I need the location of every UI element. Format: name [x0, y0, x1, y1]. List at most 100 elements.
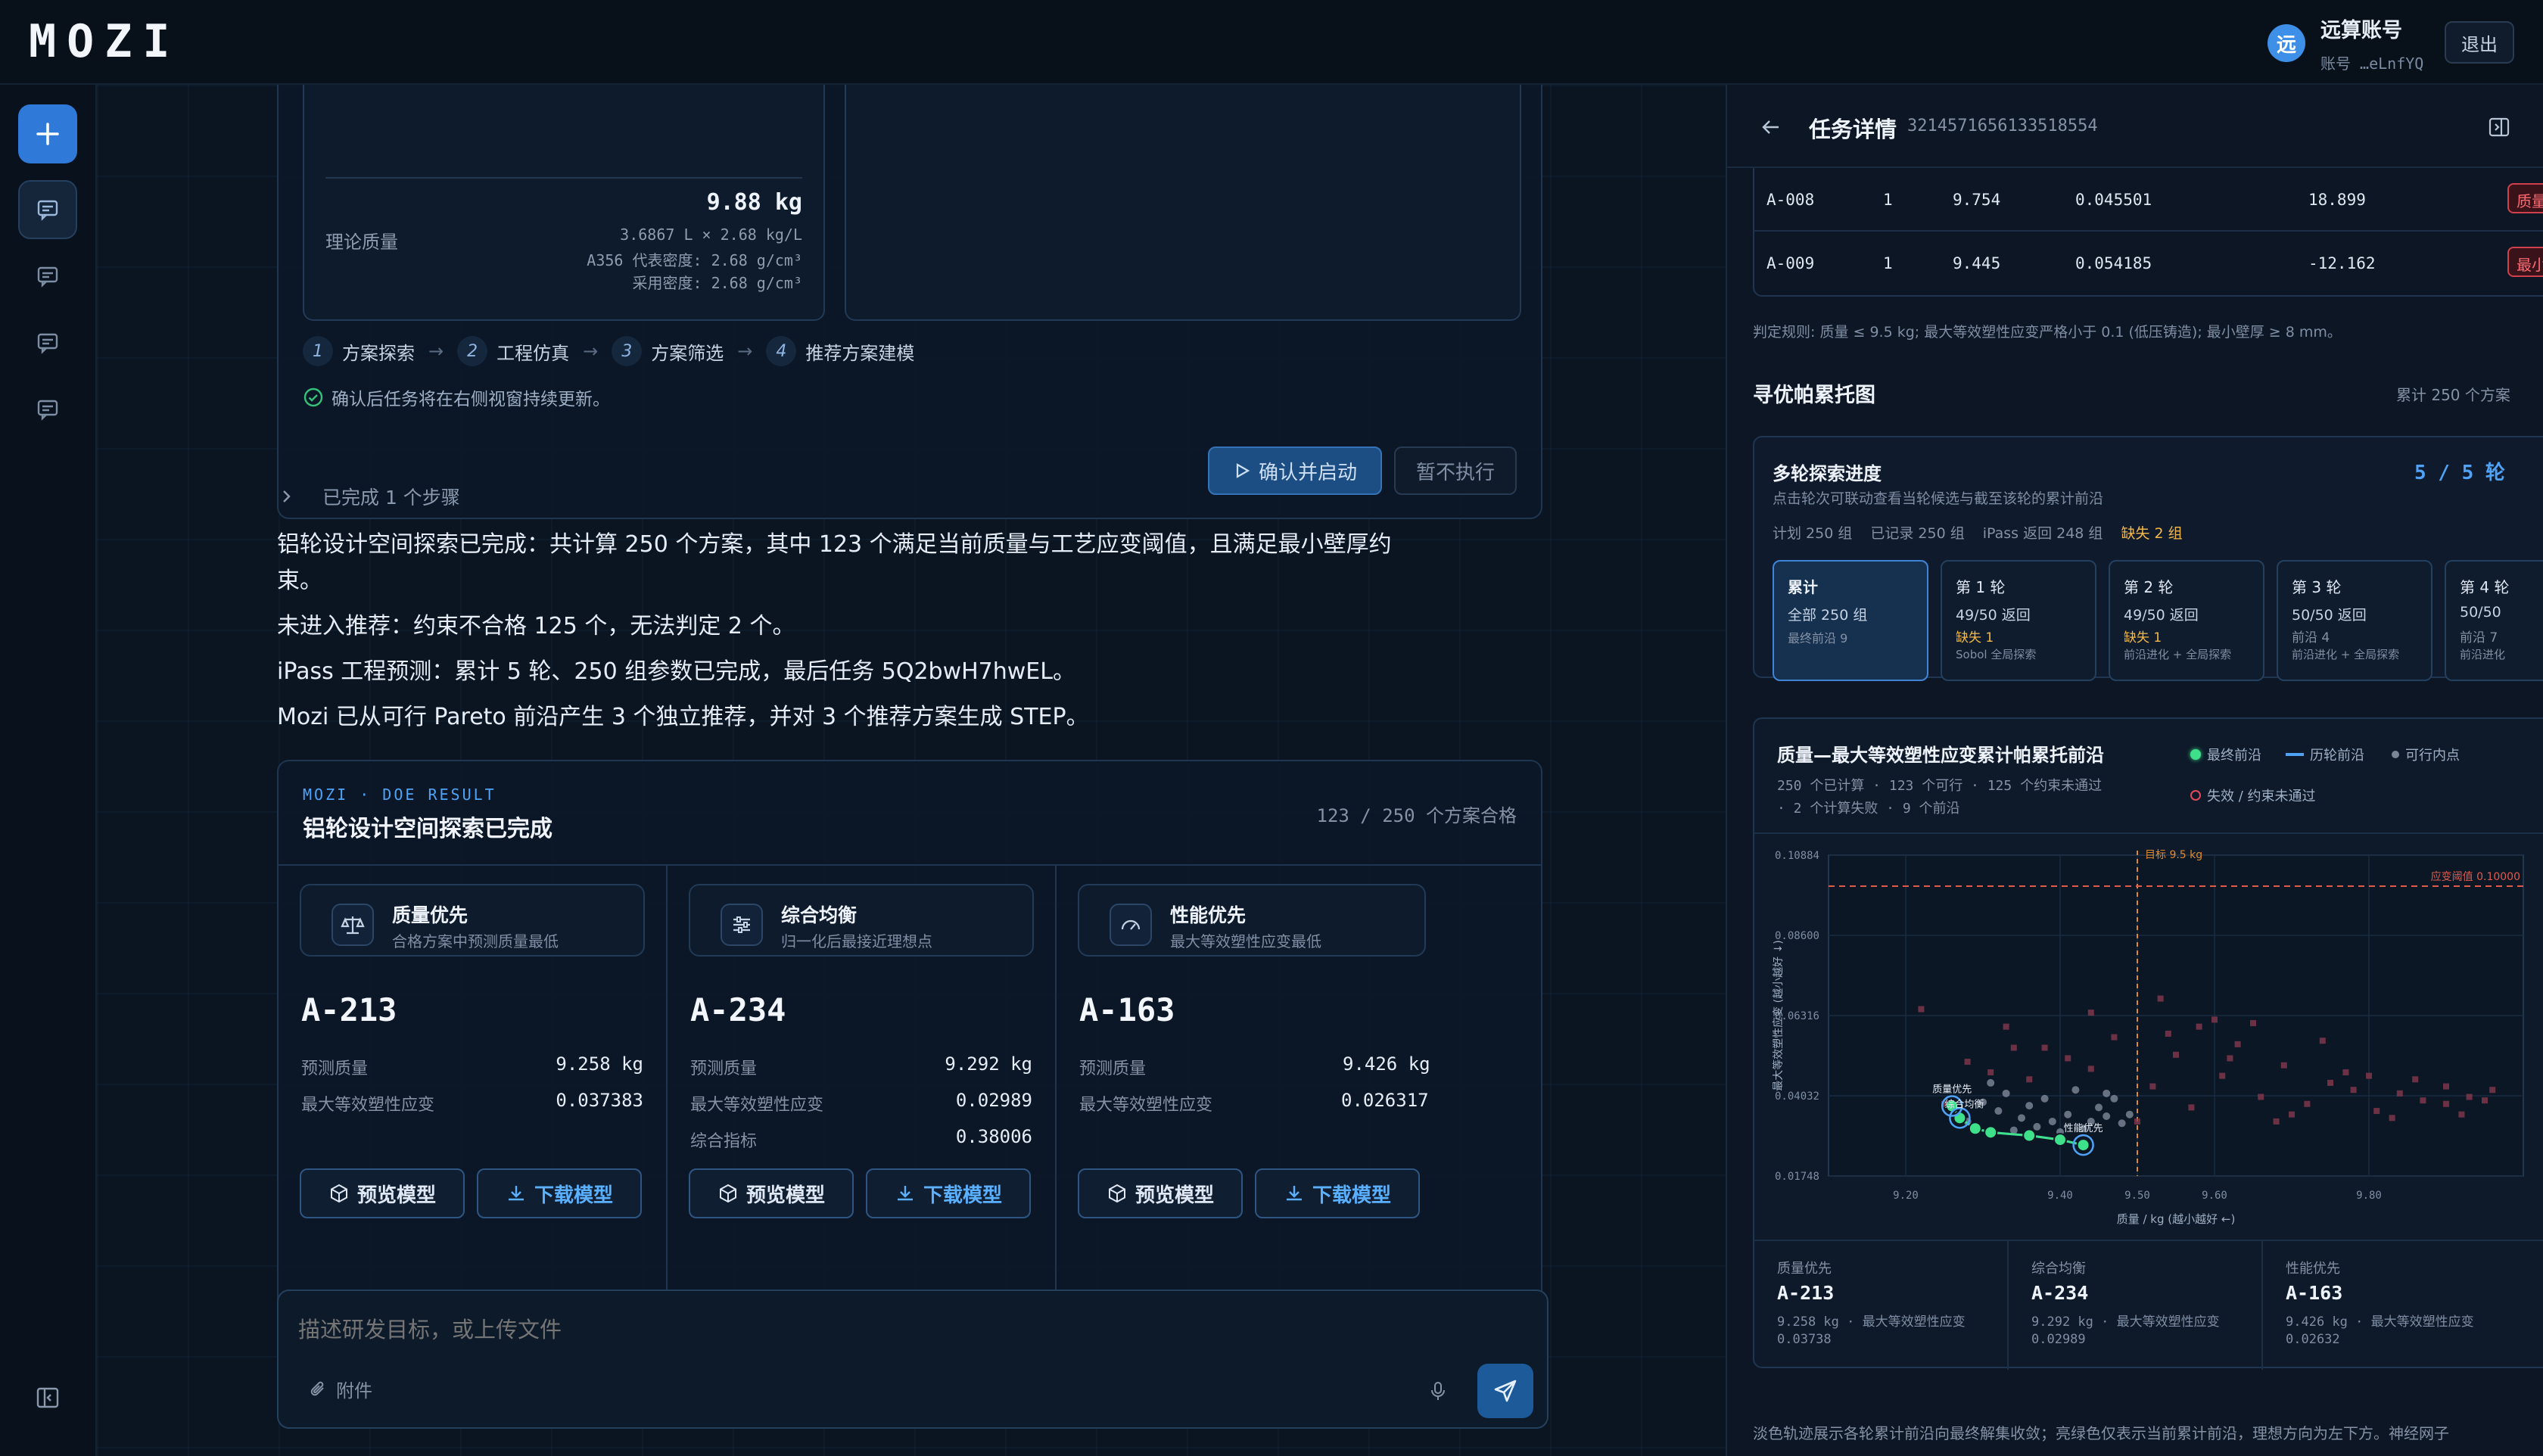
chat-icon — [37, 400, 58, 421]
table-cell: 9.754 — [1953, 191, 2001, 209]
round-tab-2[interactable]: 第 2 轮 49/50 返回 缺失 1 前沿进化 + 全局探索 — [2109, 560, 2264, 681]
stat-item: iPass 返回 248 组 — [1982, 525, 2103, 542]
rec-summary-id: A-213 — [1777, 1282, 1835, 1304]
chat-history-item-1[interactable] — [18, 180, 77, 239]
avatar[interactable]: 远 — [2268, 24, 2305, 62]
completed-steps-toggle[interactable]: 已完成 1 个步骤 — [277, 483, 460, 510]
download-model-button[interactable]: 下载模型 — [477, 1168, 642, 1218]
confirm-start-button[interactable]: 确认并启动 — [1208, 446, 1382, 495]
chat-area: 9.88 kg 理论质量 3.6867 L × 2.68 kg/L A356 代… — [97, 85, 1726, 1456]
legend-label: 历轮前沿 — [2310, 748, 2364, 764]
back-button[interactable] — [1754, 110, 1788, 144]
failed-point — [2165, 1030, 2171, 1037]
attach-button[interactable]: 附件 — [309, 1376, 372, 1402]
preview-model-button[interactable]: 预览模型 — [300, 1168, 465, 1218]
round-sub: 最终前沿 9 — [1788, 631, 1848, 646]
round-missing: 前沿 4 — [2292, 630, 2330, 646]
chat-icon — [37, 333, 58, 354]
rec-summary-line: 9.426 kg · 最大等效塑性应变 — [2286, 1314, 2474, 1330]
rec-row-value: 0.026317 — [1341, 1090, 1429, 1111]
feasible-point — [2125, 1110, 2134, 1118]
chat-history-item-4[interactable] — [18, 380, 77, 439]
new-chat-button[interactable] — [18, 104, 77, 163]
mic-button[interactable] — [1423, 1376, 1453, 1406]
front-point — [2053, 1133, 2067, 1147]
feasible-point — [2103, 1112, 2111, 1121]
failed-point — [2342, 1069, 2349, 1075]
step-label: 工程仿真 — [496, 342, 570, 364]
pareto-chart[interactable]: 0.108840.086000.063160.040320.017489.20 9… — [1754, 834, 2543, 1250]
preview-model-button[interactable]: 预览模型 — [1078, 1168, 1243, 1218]
front-point — [2076, 1138, 2090, 1153]
table-cell: A-008 — [1766, 191, 1815, 209]
doe-eyebrow: MOZI · DOE RESULT — [303, 786, 496, 804]
download-model-button[interactable]: 下载模型 — [866, 1168, 1031, 1218]
rec-row-value: 0.02989 — [955, 1090, 1032, 1111]
failed-point — [2412, 1076, 2419, 1083]
chat-icon — [37, 266, 58, 288]
preview-model-button[interactable]: 预览模型 — [689, 1168, 854, 1218]
preview-label: 预览模型 — [745, 1184, 825, 1207]
prompt-input[interactable] — [298, 1312, 1358, 1355]
y-axis-label: 最大等效塑性应变 (越小越好 ↓) — [1772, 940, 1785, 1091]
step-number: 1 — [303, 336, 333, 366]
confirm-note-text: 确认后任务将在右侧视窗持续更新。 — [331, 390, 610, 409]
panel-header: 任务详情 3214571656133518554 — [1727, 85, 2543, 168]
table-row[interactable]: A-009 1 9.445 0.054185 -12.162 最小 — [1754, 232, 2543, 295]
table-cell: 18.899 — [2308, 191, 2366, 209]
composer: 附件 — [277, 1290, 1549, 1429]
feasible-point — [2033, 1122, 2041, 1131]
results-table: A-008 1 9.754 0.045501 18.899 质量 A-009 1… — [1753, 168, 2543, 297]
round-tab-3[interactable]: 第 3 轮 50/50 返回 前沿 4 前沿进化 + 全局探索 — [2277, 560, 2433, 681]
x-tick-label: 9.60 — [2202, 1190, 2227, 1202]
skip-button[interactable]: 暂不执行 — [1394, 446, 1517, 495]
pareto-chart-card: 质量—最大等效塑性应变累计帕累托前沿 250 个已计算 · 123 个可行 · … — [1753, 717, 2543, 1370]
confirm-note: 确认后任务将在右侧视窗持续更新。 — [303, 384, 610, 410]
rec-title: 质量优先 — [392, 904, 468, 926]
download-icon — [897, 1186, 913, 1201]
round-tab-1[interactable]: 第 1 轮 49/50 返回 缺失 1 Sobol 全局探索 — [1941, 560, 2096, 681]
recommended-label: 性能优先 — [2064, 1123, 2103, 1134]
rec-summary-line: 0.03738 — [1777, 1332, 1832, 1347]
rec-summary-mass[interactable]: 质量优先 A-213 9.258 kg · 最大等效塑性应变 0.03738 — [1754, 1241, 2009, 1370]
plus-icon — [36, 123, 59, 145]
legend-label: 可行内点 — [2405, 748, 2460, 764]
rec-summary-balanced[interactable]: 综合均衡 A-234 9.292 kg · 最大等效塑性应变 0.02989 — [2009, 1241, 2263, 1370]
legend-label: 失效 / 约束未通过 — [2207, 789, 2316, 804]
summary-paragraph-4: Mozi 已从可行 Pareto 前沿产生 3 个独立推荐，并对 3 个推荐方案… — [277, 704, 1089, 730]
status-badge: 最小 — [2507, 247, 2543, 277]
app-logo: MOZI — [29, 15, 181, 68]
failed-point — [2212, 1016, 2218, 1023]
table-cell: A-009 — [1766, 254, 1815, 272]
download-model-button[interactable]: 下载模型 — [1255, 1168, 1420, 1218]
y-tick-label: 0.01748 — [1775, 1171, 1819, 1183]
table-cell: 0.054185 — [2075, 254, 2152, 272]
table-cell: 9.445 — [1953, 254, 2001, 272]
attach-label: 附件 — [336, 1380, 372, 1402]
rec-title: 性能优先 — [1170, 904, 1247, 926]
status-badge: 质量 — [2507, 183, 2543, 213]
rec-summary-performance[interactable]: 性能优先 A-163 9.426 kg · 最大等效塑性应变 0.02632 — [2263, 1241, 2543, 1370]
failed-point — [2003, 1023, 2009, 1030]
failed-point — [2389, 1115, 2395, 1122]
rec-summary-title: 综合均衡 — [2031, 1261, 2086, 1277]
feasible-point — [2095, 1103, 2103, 1112]
panel-toggle-button[interactable] — [2484, 112, 2514, 142]
round-title: 第 2 轮 — [2124, 578, 2174, 596]
y-tick-label: 0.10884 — [1775, 850, 1819, 862]
logout-button[interactable]: 退出 — [2445, 21, 2514, 64]
judgement-rule: 判定规则: 质量 ≤ 9.5 kg; 最大等效塑性应变严格小于 0.1 (低压铸… — [1753, 324, 2342, 341]
send-button[interactable] — [1477, 1364, 1533, 1418]
round-tab-4[interactable]: 第 4 轮 50/50 前沿 7 前沿进化 — [2445, 560, 2543, 681]
rec-card-mass: 质量优先 合格方案中预测质量最低 A-213 预测质量 9.258 kg 最大等… — [279, 866, 668, 1324]
round-tab-cumulative[interactable]: 累计 全部 250 组 最终前沿 9 — [1773, 560, 1928, 681]
chat-history-item-3[interactable] — [18, 313, 77, 372]
chat-history-item-2[interactable] — [18, 247, 77, 306]
table-row[interactable]: A-008 1 9.754 0.045501 18.899 质量 — [1754, 168, 2543, 232]
collapse-sidebar-button[interactable] — [18, 1368, 77, 1427]
failed-point — [2420, 1097, 2426, 1104]
failed-point — [2458, 1111, 2465, 1118]
feasible-point — [1994, 1107, 2003, 1115]
feasible-point — [2048, 1117, 2056, 1125]
rec-row-value: 9.258 kg — [556, 1053, 643, 1075]
